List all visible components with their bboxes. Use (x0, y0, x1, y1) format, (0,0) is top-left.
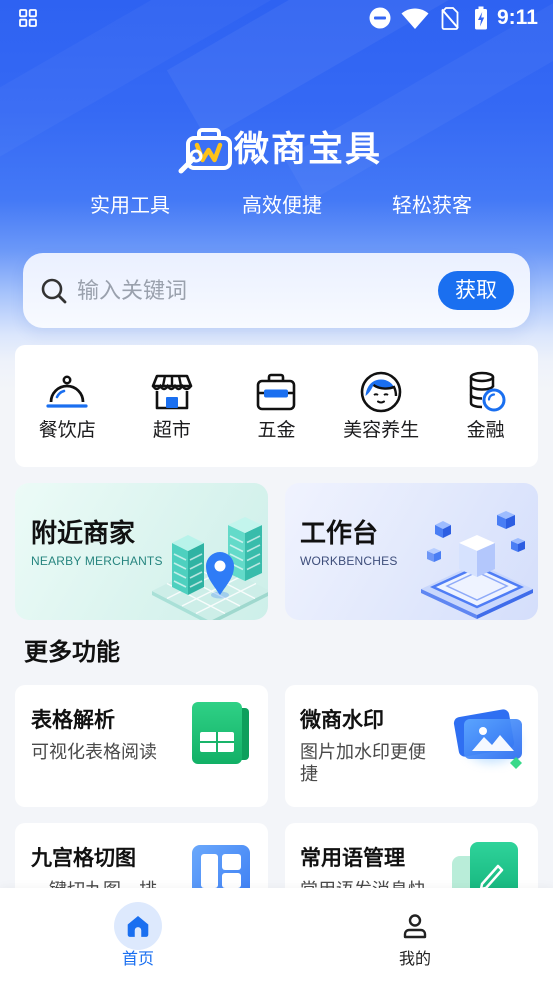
feature-card-subtitle: WORKBENCHES (300, 554, 398, 568)
category-beauty-wellness[interactable]: 美容养生 (329, 345, 434, 467)
function-subtitle: 可视化表格阅读 (31, 742, 157, 762)
function-subtitle: 图片加水印更便捷 (300, 742, 426, 784)
city-map-pin-illustration (152, 517, 268, 620)
home-icon (127, 916, 149, 937)
feature-card-title: 附近商家 (31, 518, 136, 548)
person-icon (403, 914, 427, 939)
category-label: 金融 (466, 420, 505, 441)
search-submit-button[interactable]: 获取 (438, 271, 514, 310)
status-time: 9:11 (497, 6, 538, 29)
isometric-cubes-illustration (421, 511, 533, 619)
nav-mine[interactable]: 我的 (355, 888, 475, 983)
nearby-merchants-card[interactable]: 附近商家 NEARBY MERCHANTS (15, 483, 268, 620)
wifi-icon (401, 8, 429, 29)
coins-icon (469, 371, 506, 412)
store-icon (151, 374, 193, 410)
status-bar: 9:11 (0, 0, 553, 37)
spreadsheet-icon (192, 702, 249, 764)
category-label: 五金 (257, 420, 296, 441)
cloche-icon (46, 375, 88, 408)
nav-home[interactable]: 首页 (78, 888, 198, 983)
beauty-face-icon (360, 371, 402, 413)
battery-charging-icon (475, 6, 487, 30)
function-title: 表格解析 (31, 709, 115, 732)
search-icon (41, 278, 67, 304)
more-functions-title: 更多功能 (24, 639, 120, 666)
search-input[interactable] (77, 271, 427, 310)
category-restaurant[interactable]: 餐饮店 (15, 345, 120, 467)
nav-label: 首页 (121, 951, 154, 968)
category-label: 餐饮店 (38, 420, 96, 441)
app-name: 微商宝具 (234, 129, 383, 170)
category-supermarket[interactable]: 超市 (120, 345, 225, 467)
toolbox-icon (257, 373, 296, 411)
category-hardware[interactable]: 五金 (224, 345, 329, 467)
image-watermark-icon (453, 709, 522, 769)
search-bar: 获取 (23, 253, 530, 328)
function-card-watermark[interactable]: 微商水印 图片加水印更便捷 (285, 685, 538, 807)
function-card-table-parse[interactable]: 表格解析 可视化表格阅读 (15, 685, 268, 807)
briefcase-wrench-logo-icon (178, 128, 232, 174)
no-sim-icon (441, 7, 459, 30)
function-title: 常用语管理 (300, 847, 405, 870)
category-label: 美容养生 (343, 420, 420, 441)
category-card: 餐饮店 超市 五金 美容养生 金融 (15, 345, 538, 467)
tagline-practical-tools: 实用工具 (90, 195, 170, 217)
category-finance[interactable]: 金融 (433, 345, 538, 467)
feature-card-subtitle: NEARBY MERCHANTS (31, 554, 163, 568)
tagline-easy-customers: 轻松获客 (392, 195, 472, 217)
tagline-efficient: 高效便捷 (242, 195, 322, 217)
do-not-disturb-icon (369, 7, 391, 29)
bottom-navigation: 首页 我的 (0, 888, 553, 983)
apps-grid-icon (19, 9, 37, 27)
feature-card-title: 工作台 (300, 518, 379, 548)
nav-label: 我的 (398, 951, 431, 968)
function-title: 九宫格切图 (31, 847, 136, 870)
function-title: 微商水印 (300, 709, 384, 732)
workbench-card[interactable]: 工作台 WORKBENCHES (285, 483, 538, 620)
category-label: 超市 (152, 420, 191, 441)
